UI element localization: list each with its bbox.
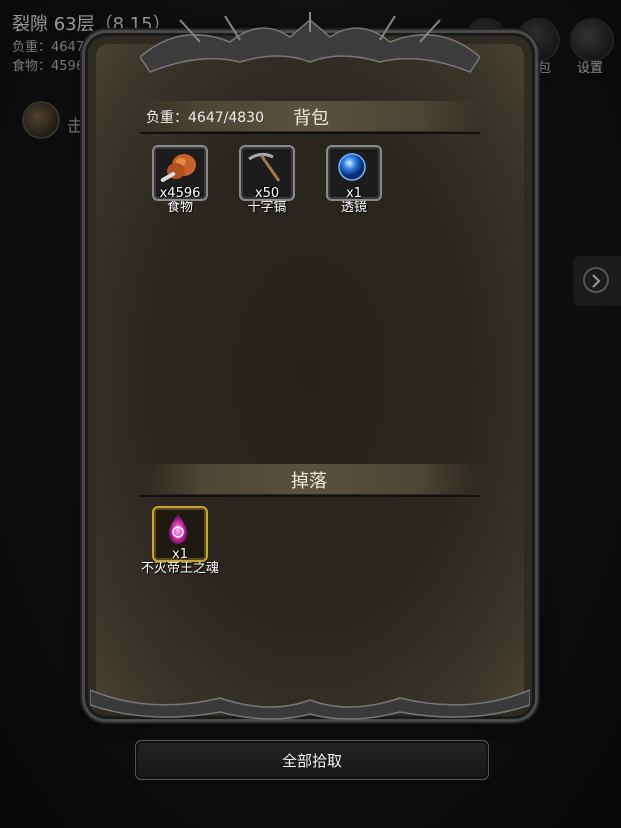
item-qty: x1 xyxy=(172,547,188,562)
frame-ornament-top xyxy=(140,12,480,73)
drops-title: 掉落 xyxy=(291,471,327,492)
settings-gear-icon[interactable] xyxy=(570,18,614,62)
pickaxe-icon xyxy=(248,152,281,182)
loot-panel xyxy=(88,36,532,716)
inventory-item-food[interactable]: x4596 食物 xyxy=(152,145,208,216)
hud-food: 食物：4596 xyxy=(12,59,85,74)
settings-label: 设置 xyxy=(577,61,604,76)
food-icon xyxy=(160,154,196,182)
item-qty: x4596 xyxy=(159,186,201,201)
attack-icon[interactable] xyxy=(22,101,60,139)
item-name: 食物 xyxy=(166,200,193,215)
item-name: 透镜 xyxy=(340,200,367,215)
frame-ornament-bottom xyxy=(90,689,530,720)
inventory-item-lens[interactable]: x1 透镜 xyxy=(326,145,382,216)
soul-icon xyxy=(168,514,188,544)
backpack-title: 背包 xyxy=(293,108,329,129)
chevron-right-icon xyxy=(583,267,609,293)
pickup-all-button[interactable]: 全部拾取 xyxy=(135,740,489,780)
inventory-item-pickaxe[interactable]: x50 十字镐 xyxy=(239,145,295,216)
pickup-all-label: 全部拾取 xyxy=(281,752,342,770)
drops-header: 掉落 xyxy=(140,464,480,497)
backpack-weight: 负重：4647/4830 xyxy=(146,110,264,126)
loot-panel-inner xyxy=(96,44,524,708)
backpack-header: 负重：4647/4830 背包 xyxy=(140,101,480,134)
item-name: 不灭帝王之魂 xyxy=(140,561,219,576)
lens-icon xyxy=(338,153,366,181)
item-qty: x50 xyxy=(254,186,280,201)
item-name: 十字镐 xyxy=(247,200,287,215)
item-qty: x1 xyxy=(346,186,362,201)
drop-item-soul[interactable]: x1 不灭帝王之魂 xyxy=(141,506,219,577)
next-arrow-button[interactable] xyxy=(573,256,621,306)
attack-label: 击 xyxy=(67,117,84,137)
